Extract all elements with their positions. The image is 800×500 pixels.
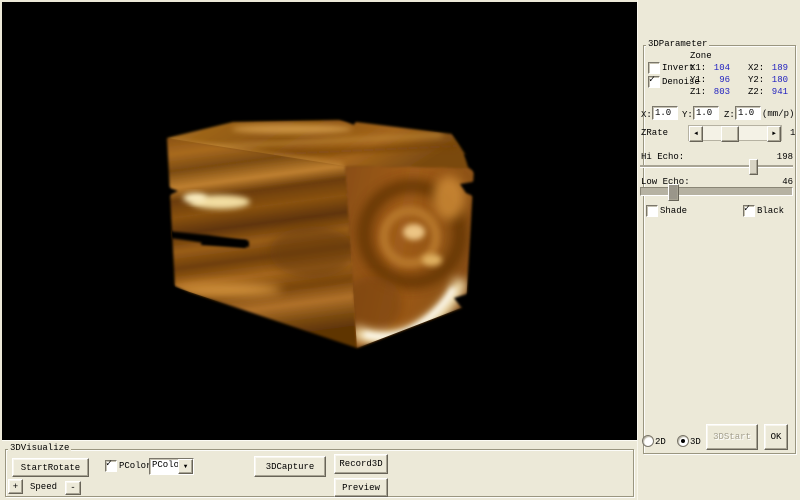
zrate-label: ZRate xyxy=(641,128,668,138)
low-echo-value: 46 xyxy=(761,177,793,187)
visualize-panel: 3DVisualize StartRotate + Speed - ✓ PCol… xyxy=(2,440,637,499)
scroll-left-icon[interactable]: ◄ xyxy=(689,126,703,142)
zone-y2-label: Y2: xyxy=(748,75,765,85)
low-echo-label: Low Echo: xyxy=(641,177,690,187)
speed-plus-button[interactable]: + xyxy=(8,479,23,494)
zone-title: Zone xyxy=(690,51,712,61)
black-label: Black xyxy=(757,206,784,216)
zone-x2-value: 189 xyxy=(765,63,788,73)
hi-echo-slider-thumb[interactable] xyxy=(749,159,758,175)
zone-x1-value: 104 xyxy=(707,63,730,73)
z-scale-input[interactable] xyxy=(735,106,761,120)
pcolor-checkbox[interactable]: ✓ xyxy=(105,460,117,472)
z-scale-label: Z: xyxy=(724,110,735,120)
x-scale-input[interactable] xyxy=(652,106,678,120)
zone-row-x: X1: 104 X2: 189 xyxy=(690,63,788,73)
shade-checkbox[interactable]: ✓ xyxy=(646,205,658,217)
zone-row-z: Z1: 803 Z2: 941 xyxy=(690,87,788,97)
app-window: 3DParameter ✓ Invert ✓ Denoise Zone X1: … xyxy=(0,0,800,500)
pcolor-dropdown-value: PColor xyxy=(150,459,178,474)
denoise-checkbox[interactable]: ✓ xyxy=(648,76,660,88)
radio-2d[interactable] xyxy=(642,435,654,447)
zone-z2-label: Z2: xyxy=(748,87,765,97)
zone-x2-label: X2: xyxy=(748,63,765,73)
radio-3d-label: 3D xyxy=(690,437,701,447)
3dcapture-button[interactable]: 3DCapture xyxy=(254,456,326,477)
invert-checkbox[interactable]: ✓ xyxy=(648,62,660,74)
zone-row-y: Y1: 96 Y2: 180 xyxy=(690,75,788,85)
check-icon: ✓ xyxy=(649,74,655,86)
zrate-scrollbar-thumb[interactable] xyxy=(721,126,739,142)
speed-label: Speed xyxy=(30,482,57,492)
hi-echo-slider[interactable] xyxy=(640,165,793,168)
render-viewport[interactable] xyxy=(2,2,637,440)
pcolor-dropdown[interactable]: PColor ▼ xyxy=(149,458,194,475)
3d-volume-render xyxy=(2,2,637,440)
zone-x1-label: X1: xyxy=(690,63,707,73)
record3d-button[interactable]: Record3D xyxy=(334,454,388,474)
3dstart-button[interactable]: 3DStart xyxy=(706,424,758,450)
y-scale-input[interactable] xyxy=(693,106,719,120)
zone-z1-value: 803 xyxy=(707,87,730,97)
preview-button[interactable]: Preview xyxy=(334,478,388,497)
hi-echo-label: Hi Echo: xyxy=(641,152,684,162)
low-echo-slider-thumb[interactable] xyxy=(668,184,679,201)
hi-echo-value: 198 xyxy=(761,152,793,162)
low-echo-slider[interactable] xyxy=(640,187,793,196)
black-checkbox[interactable]: ✓ xyxy=(743,205,755,217)
check-icon: ✓ xyxy=(744,203,750,215)
zone-z2-value: 941 xyxy=(765,87,788,97)
zone-y2-value: 180 xyxy=(765,75,788,85)
start-rotate-button[interactable]: StartRotate xyxy=(12,458,89,477)
shade-label: Shade xyxy=(660,206,687,216)
parameter-panel: 3DParameter ✓ Invert ✓ Denoise Zone X1: … xyxy=(637,0,799,500)
scale-unit-label: (mm/p) xyxy=(762,109,794,119)
zone-y1-label: Y1: xyxy=(690,75,707,85)
radio-3d[interactable] xyxy=(677,435,689,447)
x-scale-label: X: xyxy=(641,110,652,120)
dropdown-arrow-icon[interactable]: ▼ xyxy=(178,459,193,474)
visualize-group-title: 3DVisualize xyxy=(8,444,71,453)
ok-button[interactable]: OK xyxy=(764,424,788,450)
zrate-scrollbar[interactable]: ◄ ► xyxy=(688,125,782,141)
radio-2d-label: 2D xyxy=(655,437,666,447)
zone-z1-label: Z1: xyxy=(690,87,707,97)
speed-minus-button[interactable]: - xyxy=(65,481,81,495)
scroll-right-icon[interactable]: ► xyxy=(767,126,781,142)
zone-y1-value: 96 xyxy=(707,75,730,85)
pcolor-label: PColor xyxy=(119,461,151,471)
check-icon: ✓ xyxy=(106,458,112,470)
y-scale-label: Y: xyxy=(682,110,693,120)
zrate-scrollbar-track[interactable] xyxy=(703,126,767,140)
zrate-value: 1 xyxy=(790,128,795,138)
parameter-group-title: 3DParameter xyxy=(646,40,709,49)
